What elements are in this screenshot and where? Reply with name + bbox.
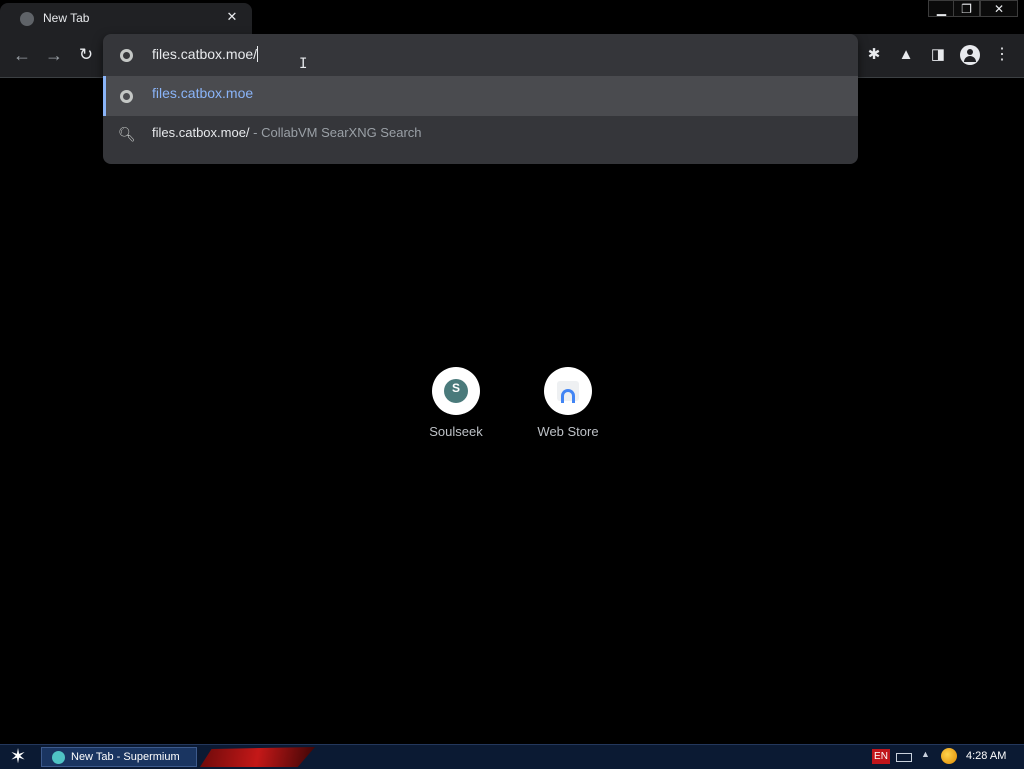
restore-button[interactable]: ❐: [953, 0, 980, 17]
search-icon: 🔍︎: [118, 126, 136, 142]
shortcut-soulseek[interactable]: S Soulseek: [411, 367, 501, 447]
language-indicator[interactable]: EN: [872, 749, 890, 764]
address-input[interactable]: files.catbox.moe/: [152, 46, 257, 62]
extensions-icon[interactable]: ✱: [862, 43, 886, 67]
suggestion-description: - CollabVM SearXNG Search: [249, 125, 422, 140]
text-caret: [257, 46, 258, 62]
tab-new-tab[interactable]: New Tab ✕: [0, 3, 252, 34]
profile-button[interactable]: [958, 43, 982, 67]
shortcut-label: Web Store: [537, 424, 599, 439]
taskbar-item-label: New Tab - Supermium: [71, 751, 180, 763]
omnibox-popup: files.catbox.moe/ I files.catbox.moe 🔍︎ …: [103, 34, 858, 164]
side-panel-icon[interactable]: ◨: [926, 43, 950, 67]
suggestion-url: files.catbox.moe: [152, 85, 254, 101]
suggestion-item[interactable]: 🔍︎ files.catbox.moe/ - CollabVM SearXNG …: [103, 116, 858, 154]
address-bar[interactable]: files.catbox.moe/ I: [103, 34, 858, 76]
shortcut-label: Soulseek: [429, 424, 483, 439]
web-store-icon: [544, 367, 592, 415]
forward-button[interactable]: →: [42, 43, 66, 67]
globe-icon: [120, 90, 133, 103]
start-button[interactable]: ✶: [6, 745, 30, 769]
globe-icon: [20, 12, 34, 26]
soulseek-icon: S: [432, 367, 480, 415]
taskbar-item-browser[interactable]: New Tab - Supermium: [41, 747, 197, 767]
tab-close-button[interactable]: ✕: [223, 8, 241, 26]
labs-icon[interactable]: ▲: [894, 43, 918, 67]
globe-icon: [120, 49, 133, 62]
ibeam-cursor-icon: I: [299, 56, 308, 72]
close-window-button[interactable]: ✕: [980, 0, 1018, 17]
tab-title: New Tab: [43, 11, 90, 25]
soulseek-favicon: S: [444, 379, 468, 403]
web-store-bag-icon: [557, 381, 579, 403]
suggestion-query: files.catbox.moe/: [152, 125, 250, 140]
back-button[interactable]: ←: [10, 43, 34, 67]
taskbar-decoration: [200, 747, 315, 767]
network-icon[interactable]: [941, 748, 957, 764]
shortcut-web-store[interactable]: Web Store: [523, 367, 613, 447]
keyboard-icon[interactable]: [896, 753, 912, 762]
suggestion-item[interactable]: files.catbox.moe: [103, 76, 858, 116]
tab-strip: New Tab ✕ ▁ ❐ ✕: [0, 0, 1024, 34]
selection-indicator: [103, 76, 106, 116]
minimize-button[interactable]: ▁: [928, 0, 955, 17]
taskbar: ✶ New Tab - Supermium EN ▲ 4:28 AM: [0, 744, 1024, 769]
reload-button[interactable]: ↻: [74, 43, 98, 67]
clock[interactable]: 4:28 AM: [966, 750, 1006, 762]
menu-icon[interactable]: ⋮: [990, 43, 1014, 67]
chevron-up-icon[interactable]: ▲: [921, 749, 930, 759]
avatar-icon: [960, 45, 980, 65]
suggestion-text: files.catbox.moe/ - CollabVM SearXNG Sea…: [152, 125, 422, 140]
browser-icon: [52, 751, 65, 764]
